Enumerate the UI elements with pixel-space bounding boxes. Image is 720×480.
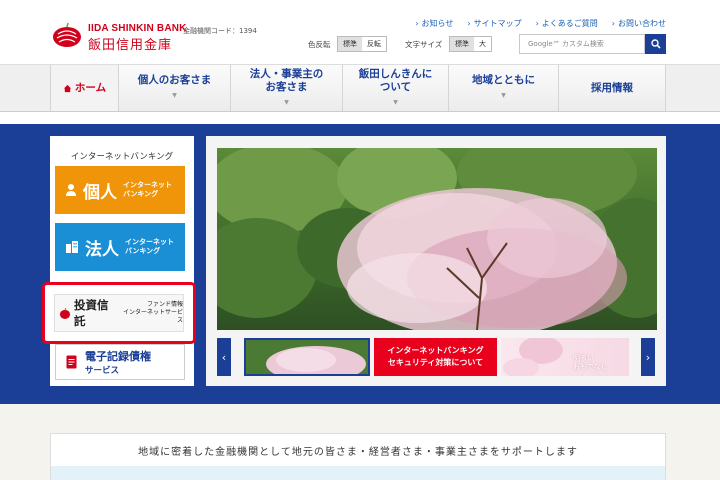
institution-code: 金融機関コード：1394 <box>183 27 257 35</box>
link-faq[interactable]: › よくあるご質問 <box>536 18 598 29</box>
carousel-prev-button[interactable]: ‹ <box>217 338 231 376</box>
logo-japanese[interactable]: 飯田信用金庫 <box>88 34 172 53</box>
main-nav: ホーム 個人のお客さま ▼ 法人・事業主の お客さま ▼ 飯田しんきんに ついて… <box>0 64 720 112</box>
building-icon <box>66 241 78 253</box>
tagline-text: 地域に密着した金融機関として地元の皆さま・経営者さま・事業主さまをサポートします <box>138 447 578 458</box>
electronic-credit-button[interactable]: 電子記録債権 サービス <box>55 344 185 380</box>
nav-community[interactable]: 地域とともに ▼ <box>448 65 558 111</box>
color-standard-button[interactable]: 標準 <box>338 37 362 51</box>
color-invert-label: 色反転 <box>308 40 331 49</box>
blossom-scene-image <box>217 148 657 330</box>
thumb-blossom-image <box>246 340 368 374</box>
search-icon <box>650 39 661 49</box>
corporate-banking-button[interactable]: 法人 インターネット バンキング <box>55 223 185 271</box>
search-input[interactable]: Google™ カスタム検索 <box>519 34 645 54</box>
sidebar-title: インターネットバンキング <box>70 152 174 162</box>
nav-personal[interactable]: 個人のお客さま ▼ <box>118 65 230 111</box>
investment-trust-button[interactable]: 投資信託 ファンド情報 インターネットサービス <box>54 294 184 332</box>
document-icon <box>66 355 77 369</box>
home-icon <box>63 84 72 92</box>
chevron-down-icon: ▼ <box>501 92 506 99</box>
carousel-thumb-blossoms[interactable] <box>244 338 370 376</box>
chevron-down-icon: ▼ <box>284 98 289 106</box>
chevron-right-icon: › <box>611 19 615 28</box>
chevron-down-icon: ▼ <box>172 92 177 99</box>
chevron-right-icon: › <box>467 19 471 28</box>
font-size-toggle: 標準 大 <box>449 36 492 52</box>
top-links: › お知らせ › サイトマップ › よくあるご質問 › お問い合わせ <box>415 18 666 29</box>
font-standard-button[interactable]: 標準 <box>450 37 474 51</box>
thumb-flower-image <box>503 338 563 376</box>
link-sitemap[interactable]: › サイトマップ <box>467 18 521 29</box>
chevron-right-icon: › <box>535 19 539 28</box>
nav-recruit[interactable]: 採用情報 <box>558 65 666 111</box>
nav-corporate[interactable]: 法人・事業主の お客さま ▼ <box>230 65 342 111</box>
chevron-right-icon: › <box>415 19 419 28</box>
nav-about[interactable]: 飯田しんきんに ついて ▼ <box>342 65 448 111</box>
nav-home[interactable]: ホーム <box>50 65 118 111</box>
carousel-next-button[interactable]: › <box>641 338 655 376</box>
search-button[interactable] <box>645 34 666 54</box>
chevron-right-icon: › <box>645 350 651 364</box>
font-large-button[interactable]: 大 <box>474 37 491 51</box>
apple-icon <box>59 307 71 319</box>
person-icon <box>66 184 76 196</box>
personal-banking-button[interactable]: 個人 インターネット バンキング <box>55 166 185 214</box>
carousel-thumb-security[interactable]: インターネットバンキング セキュリティ対策について <box>374 338 497 376</box>
carousel-thumb-hospitality[interactable]: 明るい おもてなし <box>501 338 629 376</box>
header: IIDA SHINKIN BANK 飯田信用金庫 金融機関コード：1394 › お… <box>0 0 720 64</box>
logo-english[interactable]: IIDA SHINKIN BANK <box>88 23 187 34</box>
color-toggle: 標準 反転 <box>337 36 387 52</box>
apple-logo-icon[interactable] <box>52 22 82 48</box>
chevron-left-icon: ‹ <box>221 350 227 364</box>
banner-strip <box>51 466 665 480</box>
hero-image-plum-blossoms[interactable] <box>217 148 657 330</box>
link-news[interactable]: › お知らせ <box>415 18 453 29</box>
color-invert-button[interactable]: 反転 <box>362 37 386 51</box>
font-size-label: 文字サイズ <box>405 40 443 49</box>
chevron-down-icon: ▼ <box>393 98 398 106</box>
link-contact[interactable]: › お問い合わせ <box>612 18 666 29</box>
